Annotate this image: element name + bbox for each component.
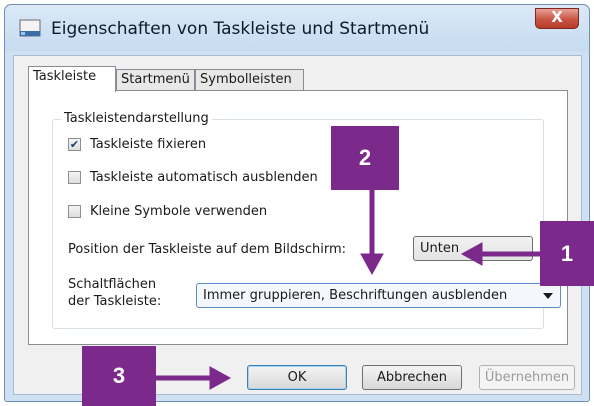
dialog-body: Taskleiste Startmenü Symbolleisten Taskl… <box>13 55 582 395</box>
tab-panel: Taskleistendarstellung ✔ Taskleiste fixi… <box>28 90 568 345</box>
position-value: Unten <box>420 241 460 256</box>
annotation-badge-1: 1 <box>540 221 594 286</box>
position-dropdown[interactable]: Unten <box>413 236 533 261</box>
taskbar-buttons-dropdown[interactable]: Immer gruppieren, Beschriftungen ausblen… <box>196 283 561 308</box>
close-button[interactable]: X <box>535 8 579 29</box>
tab-startmenue[interactable]: Startmenü <box>116 69 195 91</box>
taskbar-buttons-value: Immer gruppieren, Beschriftungen ausblen… <box>203 288 508 303</box>
annotation-badge-3: 3 <box>82 346 156 406</box>
taskbar-icon <box>19 19 41 37</box>
position-label: Position der Taskleiste auf dem Bildschi… <box>68 242 347 257</box>
window-title: Eigenschaften von Taskleiste und Startme… <box>51 19 430 39</box>
taskbar-appearance-group: Taskleistendarstellung ✔ Taskleiste fixi… <box>52 111 561 329</box>
tab-symbolleisten[interactable]: Symbolleisten <box>195 69 304 91</box>
checkbox-lock-taskbar-box[interactable]: ✔ <box>68 138 81 151</box>
cancel-button[interactable]: Abbrechen <box>362 365 462 390</box>
checkbox-autohide-taskbar-box[interactable] <box>68 171 81 184</box>
checkbox-small-icons-box[interactable] <box>68 205 81 218</box>
checkbox-small-icons-label: Kleine Symbole verwenden <box>90 204 268 219</box>
apply-button[interactable]: Übernehmen <box>479 365 575 390</box>
checkbox-lock-taskbar-label: Taskleiste fixieren <box>90 137 207 152</box>
dialog-window: Eigenschaften von Taskleiste und Startme… <box>4 4 590 402</box>
tab-taskleiste[interactable]: Taskleiste <box>28 66 116 92</box>
checkbox-autohide-taskbar-label: Taskleiste automatisch ausblenden <box>90 170 318 185</box>
title-bar: Eigenschaften von Taskleiste und Startme… <box>5 5 589 51</box>
group-legend: Taskleistendarstellung <box>61 111 212 126</box>
annotation-badge-2: 2 <box>331 126 399 190</box>
buttons-label-line2: der Taskleiste: <box>68 294 162 309</box>
ok-button[interactable]: OK <box>247 365 347 390</box>
buttons-label-line1: Schaltflächen <box>68 277 157 292</box>
chevron-down-icon <box>543 293 553 299</box>
